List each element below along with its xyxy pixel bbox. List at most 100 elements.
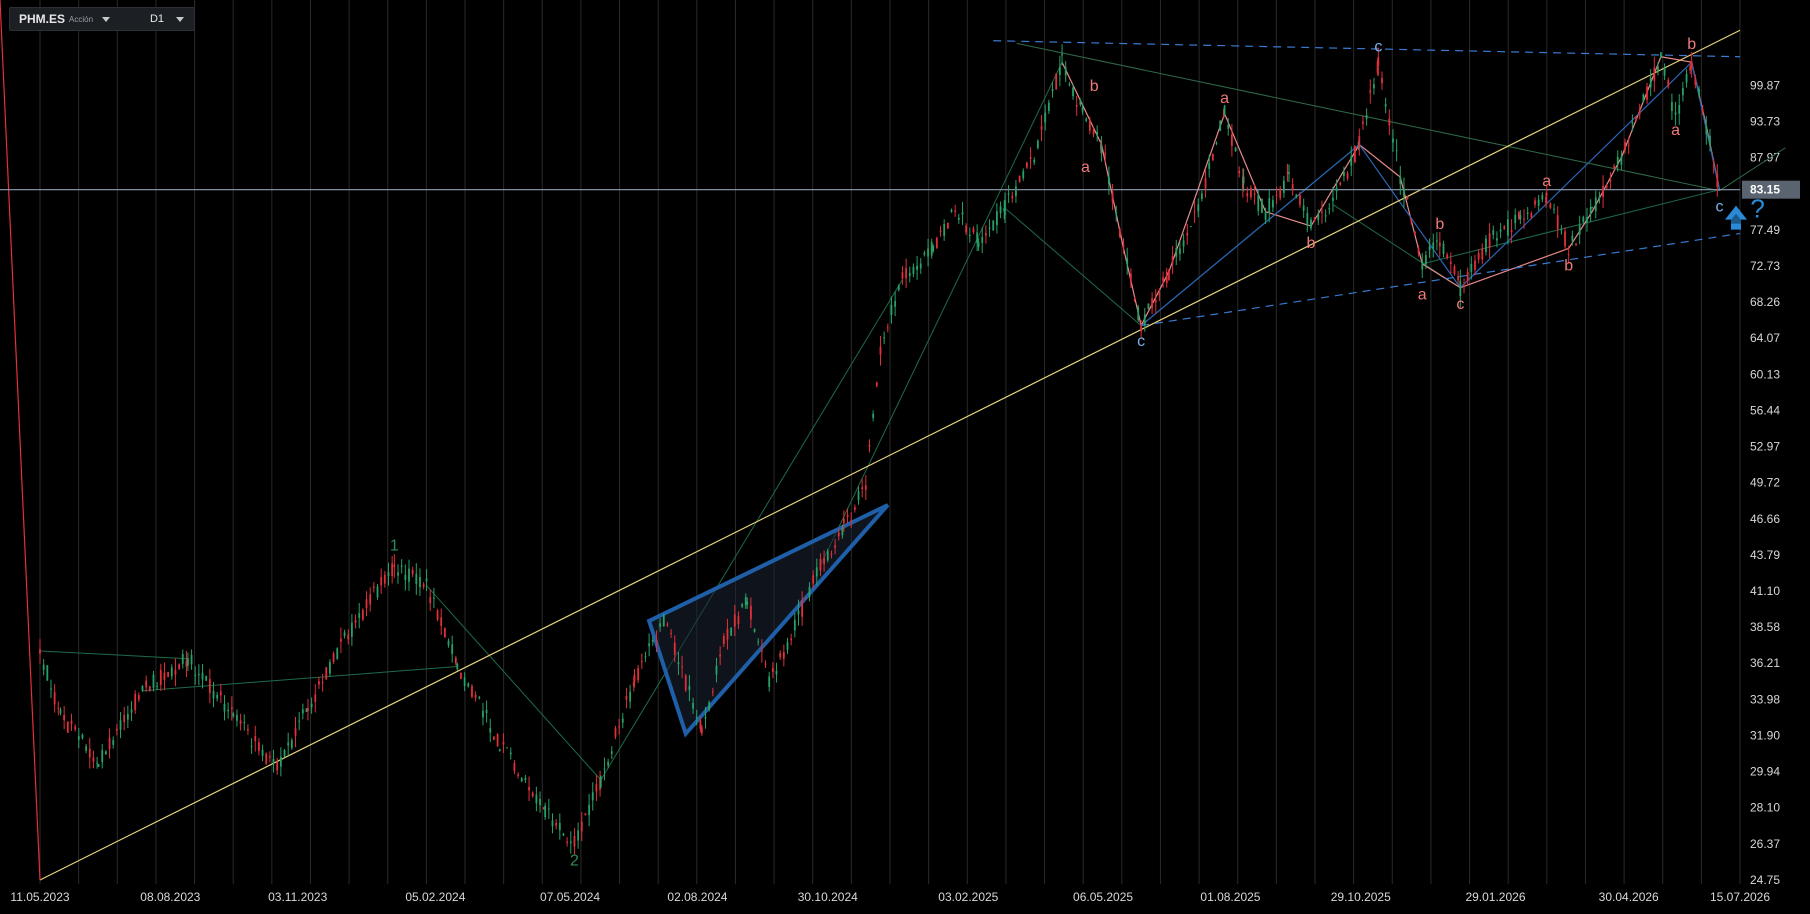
- x-tick-label: 30.10.2024: [798, 890, 858, 904]
- candle-body: [506, 747, 508, 749]
- candle-body: [314, 694, 317, 702]
- candle-body: [1578, 225, 1581, 235]
- candle-body: [239, 720, 242, 724]
- candle-body: [823, 557, 826, 565]
- x-tick-label: 01.08.2025: [1200, 890, 1260, 904]
- candle-body: [376, 586, 379, 598]
- candle-body: [1646, 86, 1648, 100]
- candle-body: [599, 776, 602, 788]
- wave-label: c: [1137, 333, 1145, 350]
- candle-body: [946, 222, 949, 229]
- candle-body: [677, 662, 680, 665]
- candle-body: [528, 786, 530, 791]
- candle-body: [1605, 185, 1608, 188]
- candle-body: [1678, 104, 1681, 114]
- candle-body: [985, 233, 987, 236]
- candle-body: [1104, 152, 1107, 155]
- candle-body: [88, 748, 91, 758]
- candle-body: [868, 444, 871, 447]
- x-tick-label: 30.04.2026: [1599, 890, 1659, 904]
- candle-body: [81, 734, 84, 739]
- candle-body: [1591, 207, 1594, 209]
- candle-body: [651, 639, 654, 642]
- candle-body: [513, 763, 516, 772]
- wave-label: b: [1687, 36, 1696, 53]
- candle-body: [1168, 269, 1170, 281]
- candle-body: [700, 727, 703, 734]
- candle-body: [1571, 235, 1574, 241]
- candle-body: [451, 644, 454, 654]
- candle-body: [1044, 112, 1047, 123]
- candle-body: [1638, 108, 1641, 115]
- y-tick-label: 68.26: [1750, 295, 1780, 309]
- candle-body: [1428, 246, 1431, 251]
- candle-body: [208, 678, 211, 694]
- candle-body: [70, 720, 73, 724]
- candle-body: [97, 764, 100, 767]
- candle-body: [711, 691, 714, 693]
- candle-body: [272, 759, 275, 764]
- candle-body: [1698, 88, 1700, 95]
- wave-label: a: [1220, 90, 1229, 107]
- candle-body: [607, 761, 610, 766]
- candle-body: [276, 762, 279, 771]
- candle-body: [1373, 84, 1375, 89]
- candle-body: [715, 665, 718, 675]
- candle-body: [1602, 185, 1604, 197]
- candle-body: [57, 707, 60, 709]
- candle-body: [1598, 196, 1601, 199]
- candle-body: [1015, 186, 1017, 197]
- candle-body: [886, 327, 889, 329]
- candle-body: [174, 669, 177, 675]
- candle-body: [425, 578, 428, 582]
- candle-body: [1701, 108, 1704, 112]
- candle-body: [223, 703, 226, 712]
- candle-body: [101, 750, 104, 763]
- candle-body: [212, 690, 215, 699]
- candle-body: [749, 605, 752, 620]
- candle-body: [1657, 66, 1659, 72]
- candle-body: [279, 756, 282, 767]
- y-tick-label: 28.10: [1750, 801, 1780, 815]
- candle-body: [1072, 87, 1074, 97]
- candle-body: [1421, 261, 1424, 270]
- candle-body: [387, 572, 390, 576]
- candle-body: [562, 833, 565, 836]
- x-tick-label: 07.05.2024: [540, 890, 600, 904]
- candle-body: [372, 586, 375, 588]
- wave-label: c: [1374, 38, 1382, 55]
- candle-body: [119, 720, 122, 730]
- candle-body: [408, 568, 410, 582]
- candle-body: [1231, 134, 1233, 146]
- candle-body: [1151, 298, 1154, 309]
- candle-body: [853, 507, 856, 510]
- candlestick-chart[interactable]: 11.05.2023 08.08.2023 03.11.2023 05.02.2024…: [0, 0, 1810, 914]
- timeframe-label[interactable]: D1: [150, 13, 164, 25]
- candle-body: [1705, 126, 1708, 135]
- candle-body: [733, 614, 736, 627]
- chevron-down-icon[interactable]: [102, 16, 111, 22]
- candle-body: [343, 632, 346, 636]
- chevron-down-icon[interactable]: [176, 16, 184, 22]
- candle-body: [801, 600, 804, 617]
- candle-body: [230, 707, 233, 710]
- candle-body: [1227, 124, 1230, 129]
- wave-label: 1: [390, 538, 399, 555]
- candle-body: [1530, 213, 1533, 218]
- candle-body: [354, 620, 357, 623]
- candle-body: [919, 263, 922, 269]
- candle-body: [219, 691, 222, 696]
- candle-body: [1481, 248, 1484, 260]
- candle-body: [498, 749, 501, 751]
- y-tick-label: 41.10: [1750, 584, 1780, 598]
- candle-body: [943, 224, 946, 237]
- candle-body: [436, 610, 439, 620]
- candle-body: [1118, 229, 1121, 237]
- x-tick-label: 08.08.2023: [140, 890, 200, 904]
- candle-body: [340, 638, 342, 642]
- symbol-label[interactable]: PHM.ES: [19, 12, 65, 26]
- candle-body: [1694, 78, 1697, 85]
- candle-body: [318, 681, 320, 685]
- candle-body: [1613, 165, 1615, 168]
- candle-body: [1310, 219, 1312, 229]
